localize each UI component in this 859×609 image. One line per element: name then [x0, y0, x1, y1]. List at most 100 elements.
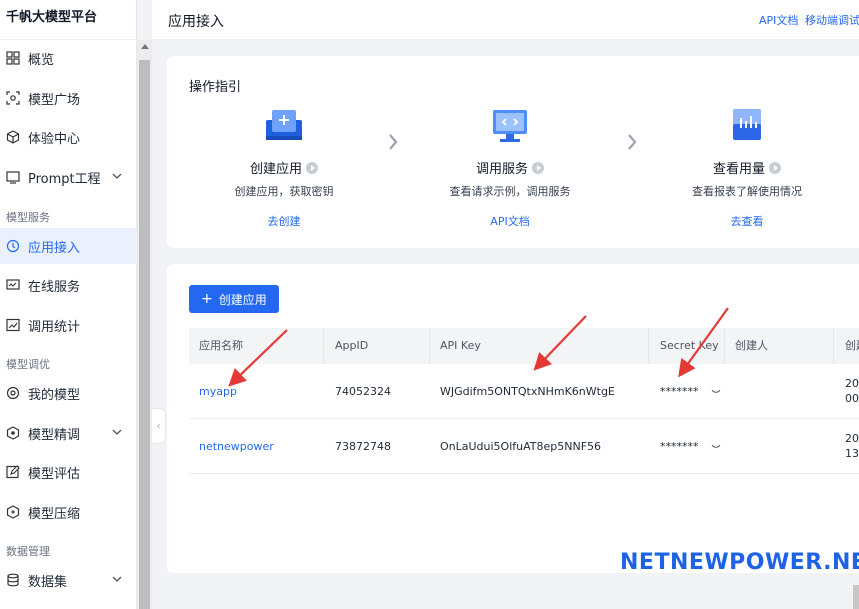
sidebar-item-datasets[interactable]: 数据集	[0, 562, 137, 598]
sidebar-item-online-service[interactable]: 在线服务	[0, 267, 137, 303]
sidebar-item-label: Prompt工程	[28, 171, 101, 187]
column-header-secret-key: Secret Key	[660, 339, 719, 352]
sidebar-scrollbar-thumb[interactable]	[139, 60, 150, 609]
page-scrollbar-thumb[interactable]	[853, 585, 859, 609]
column-header-appid: AppID	[335, 339, 369, 352]
play-icon[interactable]	[532, 161, 544, 174]
api-docs-step-link[interactable]: API文档	[435, 213, 585, 229]
applications-card: + 创建应用 应用名称 AppID API Key Secret Key 创建人…	[167, 264, 859, 573]
monitor-icon	[6, 278, 20, 292]
api-key-cell: WJGdifm5ONTQtxNHmK6nWtgE	[440, 385, 615, 398]
shield-icon	[6, 505, 20, 519]
table-header: 应用名称 AppID API Key Secret Key 创建人 创建	[189, 328, 859, 364]
api-docs-link[interactable]: API文档	[759, 12, 798, 28]
column-header-app-name: 应用名称	[199, 339, 243, 352]
creator-cell	[725, 419, 735, 474]
eye-closed-icon[interactable]	[711, 444, 721, 450]
app-name-link[interactable]: netnewpower	[189, 419, 274, 474]
appid-cell: 74052324	[335, 385, 391, 398]
step-description: 查看请求示例，调用服务	[449, 185, 571, 198]
section-model-service: 模型服务	[6, 211, 50, 224]
sidebar-item-overview[interactable]: 概览	[0, 40, 137, 76]
play-icon[interactable]	[306, 161, 318, 174]
table-row: netnewpower 73872748 OnLaUdui5OlfuAT8ep5…	[189, 419, 859, 474]
chevron-right-icon	[628, 134, 637, 150]
chevron-down-icon	[112, 429, 122, 435]
appid-cell: 73872748	[335, 440, 391, 453]
sidebar-item-label: 我的模型	[28, 387, 81, 403]
create-app-button[interactable]: + 创建应用	[189, 285, 279, 313]
edit-icon	[6, 465, 20, 479]
created-time: 13	[845, 447, 859, 460]
sidebar-item-prompt[interactable]: Prompt工程	[0, 159, 137, 195]
brand-title: 千帆大模型平台	[0, 0, 136, 40]
play-icon[interactable]	[769, 161, 781, 174]
table-row: myapp 74052324 WJGdifm5ONTQtxNHmK6nWtgE …	[189, 364, 859, 419]
created-cell: 20 00	[835, 364, 859, 419]
sidebar-item-label: 概览	[28, 52, 55, 68]
watermark: NETNEWPOWER.NET	[620, 550, 859, 575]
grid-icon	[6, 51, 20, 65]
sidebar-item-call-stats[interactable]: 调用统计	[0, 307, 137, 343]
sidebar-item-compression[interactable]: 模型压缩	[0, 494, 137, 530]
secret-key-masked: *******	[660, 440, 699, 453]
mobile-debug-link[interactable]: 移动端调试	[805, 12, 859, 28]
step-title: 创建应用	[249, 162, 302, 177]
column-header-created: 创建	[845, 339, 859, 352]
operation-guide-card: 操作指引 创建应用 创建应用，获取密钥 去创建 调用服务 查看请求示例，调用服务…	[167, 56, 859, 248]
eye-closed-icon[interactable]	[711, 389, 721, 395]
sidebar-item-label: 在线服务	[28, 279, 81, 295]
view-usage-icon	[727, 106, 767, 146]
gear-icon	[6, 386, 20, 400]
app-name-link[interactable]: myapp	[189, 364, 237, 419]
step-title: 调用服务	[475, 162, 528, 177]
sidebar-item-my-models[interactable]: 我的模型	[0, 375, 137, 411]
section-data-management: 数据管理	[6, 545, 50, 558]
go-view-link[interactable]: 去查看	[672, 213, 822, 229]
sidebar-item-label: 调用统计	[28, 319, 81, 335]
sidebar-item-model-square[interactable]: 模型广场	[0, 80, 137, 116]
api-key-cell: OnLaUdui5OlfuAT8ep5NNF56	[440, 440, 602, 453]
prompt-icon	[6, 170, 20, 184]
step-description: 查看报表了解使用情况	[692, 185, 802, 198]
hex-icon	[6, 426, 20, 440]
column-header-creator: 创建人	[735, 339, 768, 352]
sidebar-collapse-handle[interactable]: ‹	[152, 408, 166, 444]
clock-icon	[6, 239, 20, 253]
chevron-down-icon	[112, 576, 122, 582]
sidebar: 千帆大模型平台 概览 模型广场 体验中心 Prompt工程 模型服务 应用接入 …	[0, 0, 137, 609]
sidebar-item-evaluation[interactable]: 模型评估	[0, 454, 137, 490]
sidebar-item-fine-tuning[interactable]: 模型精调	[0, 415, 137, 451]
chart-icon	[6, 318, 20, 332]
created-date: 20	[845, 432, 859, 445]
sidebar-item-label: 应用接入	[28, 240, 81, 256]
created-cell: 20 13	[835, 419, 859, 474]
creator-cell	[725, 364, 735, 419]
sidebar-item-label: 模型压缩	[28, 506, 81, 522]
plus-icon: +	[201, 291, 213, 307]
create-app-icon	[264, 106, 304, 146]
guide-step-create: 创建应用 创建应用，获取密钥 去创建	[209, 106, 359, 229]
created-time: 00	[845, 392, 859, 405]
cube-icon	[6, 130, 20, 144]
scroll-up-icon[interactable]	[141, 44, 149, 49]
sidebar-item-label: 模型评估	[28, 466, 81, 482]
chevron-left-icon: ‹	[156, 420, 161, 432]
sidebar-item-label: 数据集	[28, 574, 68, 590]
scan-icon	[6, 91, 20, 105]
database-icon	[6, 573, 20, 587]
guide-step-usage: 查看用量 查看报表了解使用情况 去查看	[672, 106, 822, 229]
section-model-tuning: 模型调优	[6, 358, 50, 371]
sidebar-item-label: 体验中心	[28, 131, 81, 147]
sidebar-item-label: 模型广场	[28, 92, 81, 108]
guide-step-call: 调用服务 查看请求示例，调用服务 API文档	[435, 106, 585, 229]
page-header: 应用接入 API文档 移动端调试	[152, 0, 859, 40]
go-create-link[interactable]: 去创建	[209, 213, 359, 229]
sidebar-item-experience[interactable]: 体验中心	[0, 119, 137, 155]
secret-key-cell: *******	[650, 419, 721, 474]
guide-title: 操作指引	[189, 80, 242, 95]
sidebar-item-app-access[interactable]: 应用接入	[0, 228, 137, 264]
chevron-right-icon	[389, 134, 398, 150]
secret-key-masked: *******	[660, 385, 699, 398]
create-app-button-label: 创建应用	[218, 292, 267, 307]
